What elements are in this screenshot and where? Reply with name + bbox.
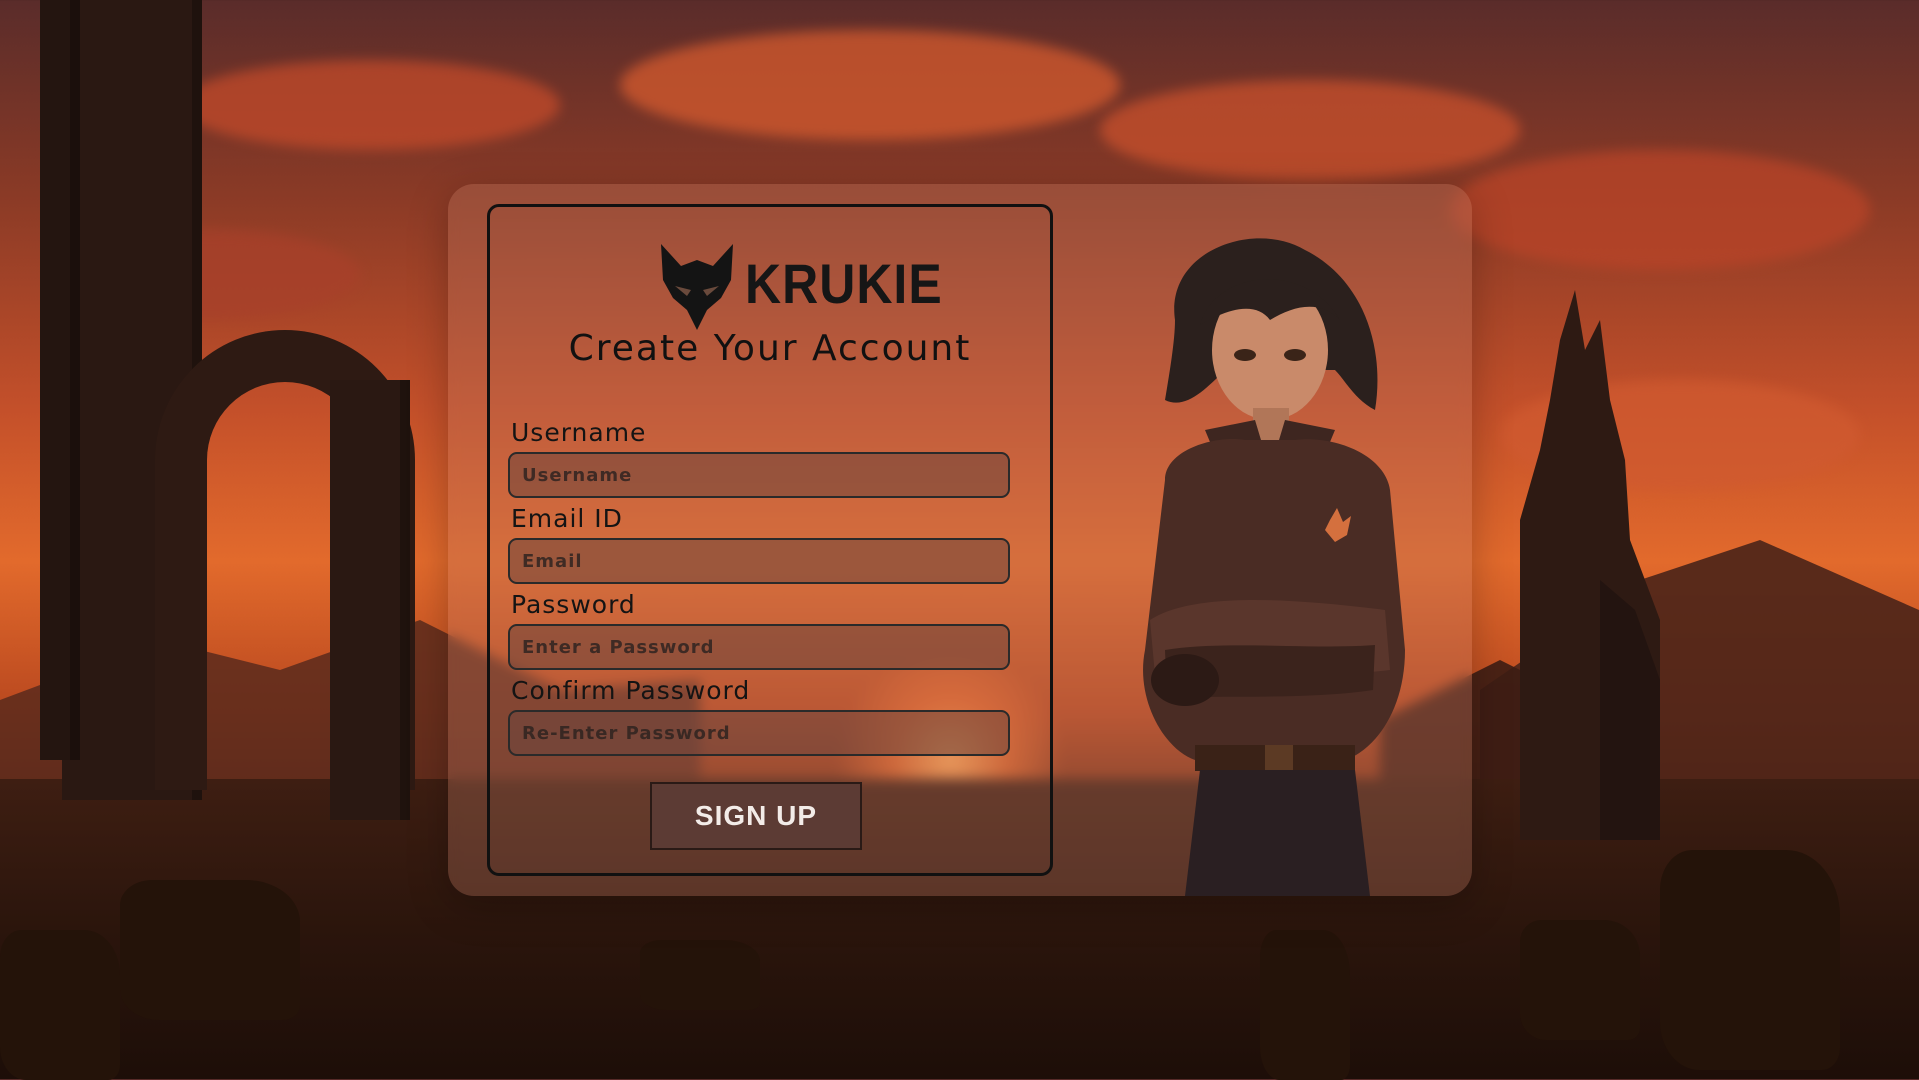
cloud — [620, 30, 1120, 140]
sign-up-button[interactable]: SIGN UP — [650, 782, 862, 850]
rock — [1520, 920, 1640, 1040]
brand-name: KRUKIE — [745, 252, 943, 316]
email-label: Email ID — [511, 504, 623, 533]
cloud — [180, 60, 560, 150]
email-input[interactable] — [508, 538, 1010, 584]
ruin-tower — [1520, 290, 1660, 840]
cloud — [1450, 150, 1870, 270]
rock — [640, 940, 760, 1010]
character-illustration — [1143, 238, 1405, 896]
cloud — [1100, 80, 1520, 180]
confirm-password-label: Confirm Password — [511, 676, 751, 705]
ruin-pillar-edge — [40, 0, 80, 760]
fox-head-icon — [661, 244, 733, 330]
rock — [1660, 850, 1840, 1070]
username-input[interactable] — [508, 452, 1010, 498]
rock — [1260, 930, 1350, 1080]
confirm-password-input[interactable] — [508, 710, 1010, 756]
form-title: Create Your Account — [568, 328, 972, 369]
ruin-column — [330, 380, 410, 820]
password-input[interactable] — [508, 624, 1010, 670]
brand-logo: KRUKIE — [657, 236, 943, 332]
rock — [0, 930, 120, 1080]
username-label: Username — [511, 418, 647, 447]
rock — [120, 880, 300, 1020]
password-label: Password — [511, 590, 636, 619]
